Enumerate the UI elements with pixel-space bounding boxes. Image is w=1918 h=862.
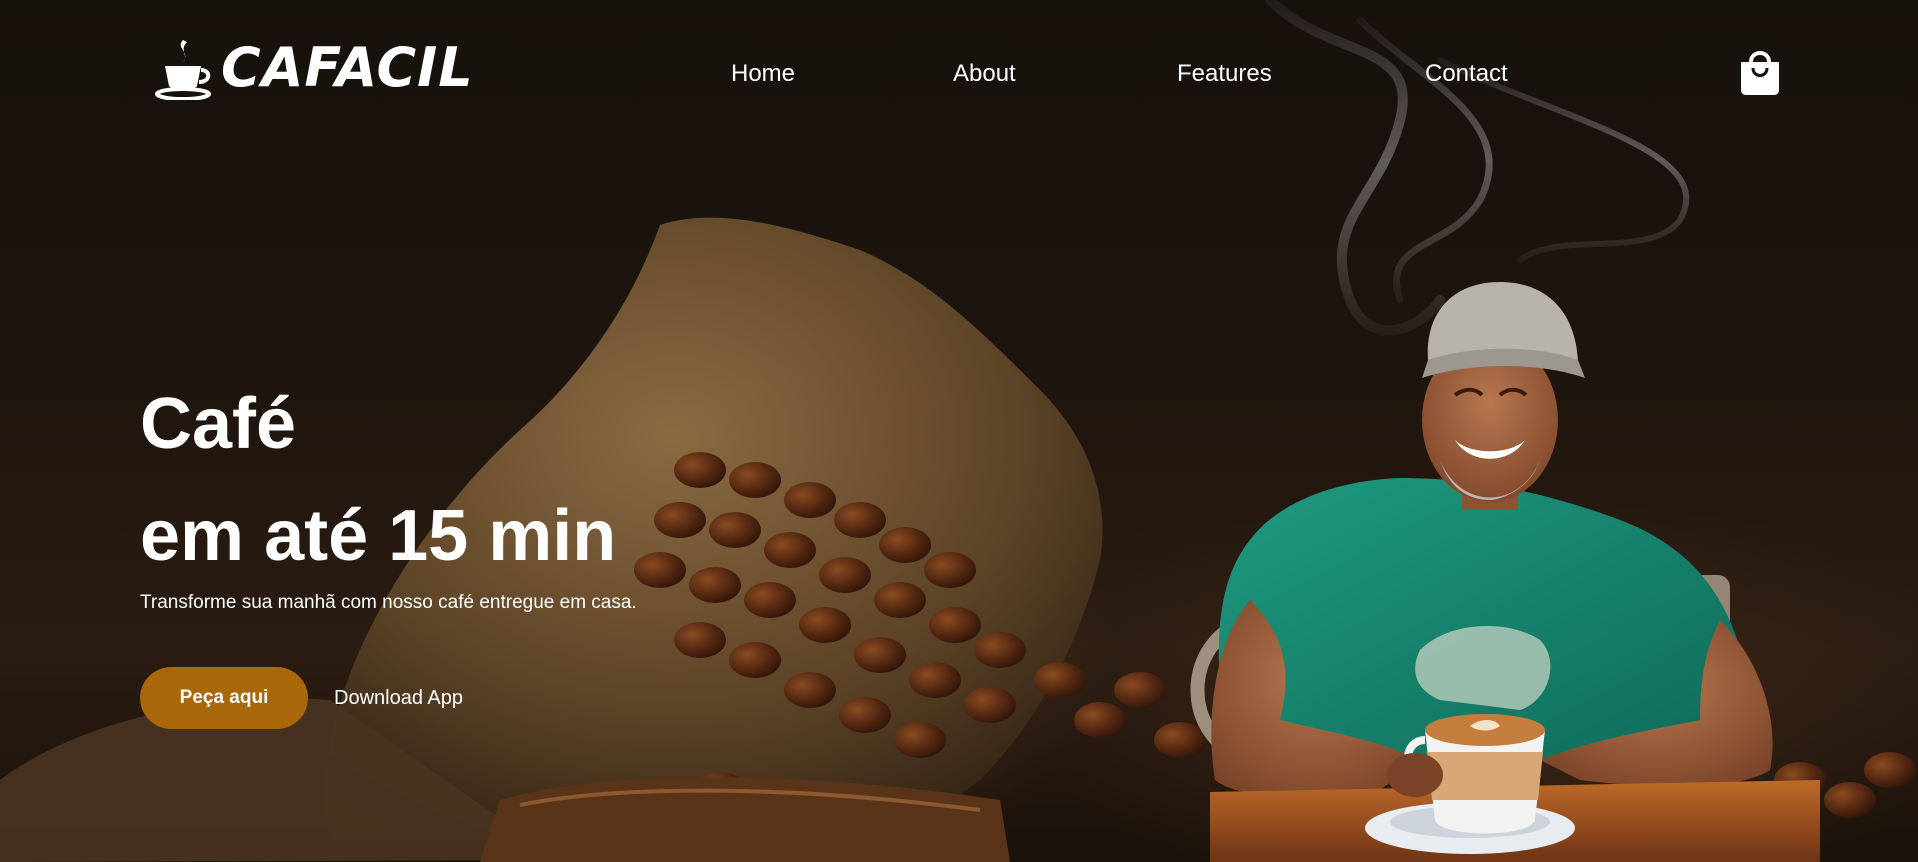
hero-section: CAFACIL Home About Features Contact Café… xyxy=(0,0,1918,862)
nav-link-home[interactable]: Home xyxy=(731,58,795,90)
download-app-link[interactable]: Download App xyxy=(334,684,463,712)
order-here-button[interactable]: Peça aqui xyxy=(140,667,308,729)
shopping-bag-icon[interactable] xyxy=(1738,46,1782,96)
nav-link-features[interactable]: Features xyxy=(1177,58,1272,90)
hero-headline-line-2: em até 15 min xyxy=(140,496,617,576)
site-header: CAFACIL Home About Features Contact xyxy=(0,0,1918,150)
nav-link-about[interactable]: About xyxy=(953,58,1016,90)
main-nav: Home About Features Contact xyxy=(0,58,1918,90)
hero-headline-line-1: Café xyxy=(140,384,297,464)
nav-link-contact[interactable]: Contact xyxy=(1425,58,1508,90)
hero-subtitle: Transforme sua manhã com nosso café entr… xyxy=(140,592,637,613)
